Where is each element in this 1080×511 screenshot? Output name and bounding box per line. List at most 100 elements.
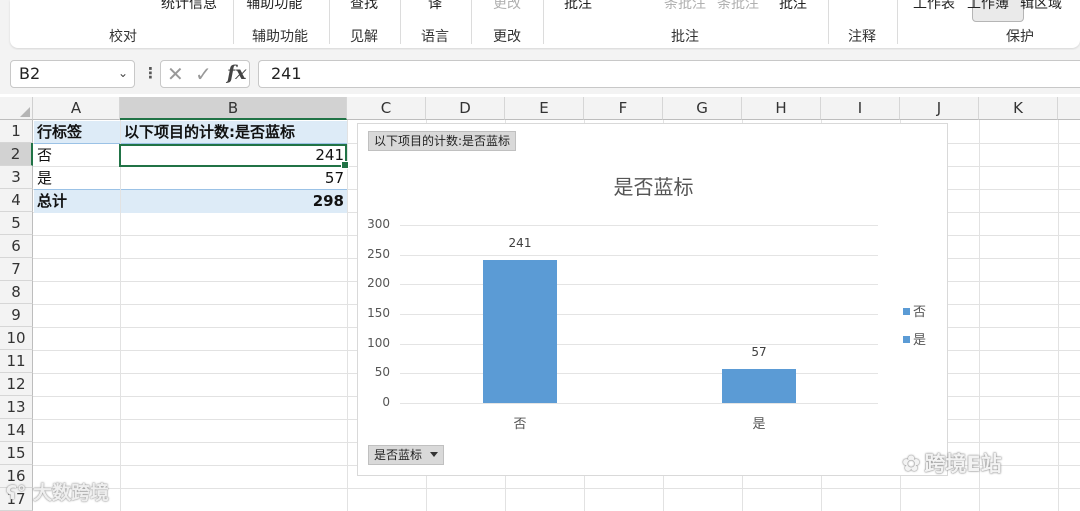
column-header-h[interactable]: H (742, 97, 821, 120)
pivot-row-label[interactable]: 否 (34, 144, 120, 167)
ribbon-cmd-notes-dropdown[interactable]: ˅ (859, 0, 866, 9)
insert-function-icon[interactable]: fx (227, 62, 247, 84)
y-tick-label: 250 (367, 247, 390, 261)
x-tick-label: 是 (752, 417, 766, 432)
row-header-11[interactable]: 11 (0, 350, 33, 373)
watermark-logo-icon: ʕ° (6, 482, 27, 504)
ribbon-cmd-lookup[interactable]: 查找 (350, 0, 378, 13)
row-header-9[interactable]: 9 (0, 304, 33, 327)
data-label: 57 (751, 345, 767, 359)
column-header-i[interactable]: I (821, 97, 900, 120)
x-tick-label: 否 (513, 417, 527, 432)
chart-bar[interactable] (722, 369, 796, 403)
watermark-left: ʕ° 大数跨境 (6, 478, 109, 505)
formula-input[interactable]: 241 (258, 60, 1080, 88)
ribbon-cmd-new-comment[interactable]: 批注 (564, 0, 592, 13)
legend-entry[interactable]: 是 (903, 329, 926, 348)
chart-gridline (400, 373, 878, 374)
column-header-b[interactable]: B (120, 97, 347, 120)
more-options-icon[interactable]: ⋮ (143, 64, 158, 82)
ribbon-cmd-protect-sheet[interactable]: 工作表 (913, 0, 955, 13)
column-header-e[interactable]: E (505, 97, 584, 120)
row-header-4[interactable]: 4 (0, 189, 33, 212)
active-cell-selection[interactable] (119, 144, 349, 169)
ribbon-group-comments: 批注 (671, 29, 699, 45)
chart-gridline (400, 403, 878, 404)
axis-field-button[interactable]: 是否蓝标 (368, 445, 445, 465)
column-header-c[interactable]: C (347, 97, 426, 120)
formula-buttons: ✕ ✓ fx (160, 60, 250, 88)
ribbon-separator (329, 0, 330, 44)
watermark-right-text: 跨境E站 (924, 452, 1002, 476)
legend-label: 否 (913, 305, 927, 320)
y-tick-label: 300 (367, 217, 390, 231)
ribbon-cmd-edit-ranges[interactable]: 辑区域 (1020, 0, 1062, 13)
row-header-8[interactable]: 8 (0, 281, 33, 304)
legend-label: 是 (913, 333, 927, 348)
column-header-partial[interactable] (1058, 97, 1080, 120)
gridline (1058, 120, 1059, 511)
row-header-6[interactable]: 6 (0, 235, 33, 258)
legend-entry[interactable]: 否 (903, 301, 926, 320)
name-box[interactable]: B2 ⌄ (10, 60, 135, 88)
pivot-total-label[interactable]: 总计 (34, 189, 120, 213)
row-header-15[interactable]: 15 (0, 442, 33, 465)
dropdown-arrow-icon (430, 452, 439, 457)
ribbon-cmd-show-comments[interactable]: 批注 (779, 0, 807, 13)
column-header-a[interactable]: A (33, 97, 120, 120)
ribbon-cmd-next-comment[interactable]: 条批注 (717, 0, 759, 13)
column-header-g[interactable]: G (663, 97, 742, 120)
pivot-row-value[interactable]: 57 (121, 167, 347, 190)
row-header-3[interactable]: 3 (0, 166, 33, 189)
row-header-14[interactable]: 14 (0, 419, 33, 442)
pivot-chart[interactable]: 以下项目的计数:是否蓝标 是否蓝标 0 50 100 150 200 250 300 241 否… (357, 123, 948, 476)
ribbon-cmd-prev-comment[interactable]: 条批注 (664, 0, 706, 13)
row-header-2[interactable]: 2 (0, 143, 33, 166)
row-header-1[interactable]: 1 (0, 120, 33, 143)
legend-swatch (903, 308, 910, 315)
value-field-button[interactable]: 以下项目的计数:是否蓝标 (368, 131, 517, 151)
y-tick-label: 50 (374, 365, 390, 379)
ribbon-cmd-changes[interactable]: 更改 (493, 0, 521, 13)
chevron-down-icon[interactable]: ⌄ (118, 66, 128, 80)
column-header-k[interactable]: K (979, 97, 1058, 120)
ribbon-separator (543, 0, 544, 44)
ribbon-cmd-statistics[interactable]: 统计信息 (161, 0, 217, 13)
pivot-value-header[interactable]: 以下项目的计数:是否蓝标 (121, 121, 347, 144)
row-header-5[interactable]: 5 (0, 212, 33, 235)
cancel-icon[interactable]: ✕ (167, 62, 184, 86)
watermark-right: ✿ 跨境E站 (902, 448, 1002, 478)
chart-gridline (400, 255, 878, 256)
column-header-d[interactable]: D (426, 97, 505, 120)
ribbon-group-protect: 保护 (1006, 29, 1034, 45)
row-header-10[interactable]: 10 (0, 327, 33, 350)
ribbon-group-notes: 注释 (848, 29, 876, 45)
enter-icon[interactable]: ✓ (195, 62, 212, 86)
row-header-7[interactable]: 7 (0, 258, 33, 281)
select-all-corner[interactable] (0, 97, 33, 120)
pivot-row-label-header[interactable]: 行标签 (34, 121, 120, 144)
ribbon-separator (400, 0, 401, 44)
ribbon-cmd-protect-workbook[interactable]: 工作簿 (967, 0, 1009, 13)
ribbon-separator (828, 0, 829, 44)
axis-field-button-label: 是否蓝标 (374, 448, 423, 462)
ribbon-cmd-accessibility[interactable]: 辅助功能 ˅ (246, 0, 313, 13)
name-box-value: B2 (19, 64, 41, 83)
row-header-12[interactable]: 12 (0, 373, 33, 396)
legend-swatch (903, 336, 910, 343)
row-header-13[interactable]: 13 (0, 396, 33, 419)
ribbon-group-accessibility: 辅助功能 (252, 29, 308, 45)
pivot-row-label[interactable]: 是 (34, 167, 120, 190)
pivot-total-value[interactable]: 298 (121, 189, 347, 213)
chart-gridline (400, 225, 878, 226)
chart-bar[interactable] (483, 260, 557, 403)
column-header-f[interactable]: F (584, 97, 663, 120)
ribbon-group-language: 语言 (421, 29, 449, 45)
data-label: 241 (508, 236, 532, 250)
watermark-left-text: 大数跨境 (33, 482, 110, 504)
chart-title[interactable]: 是否蓝标 (358, 171, 949, 200)
column-header-j[interactable]: J (900, 97, 979, 120)
ribbon-cmd-translate[interactable]: 译 (428, 0, 442, 13)
pivot-row-label-header-text: 行标签 (37, 123, 83, 141)
y-tick-label: 150 (367, 306, 390, 320)
